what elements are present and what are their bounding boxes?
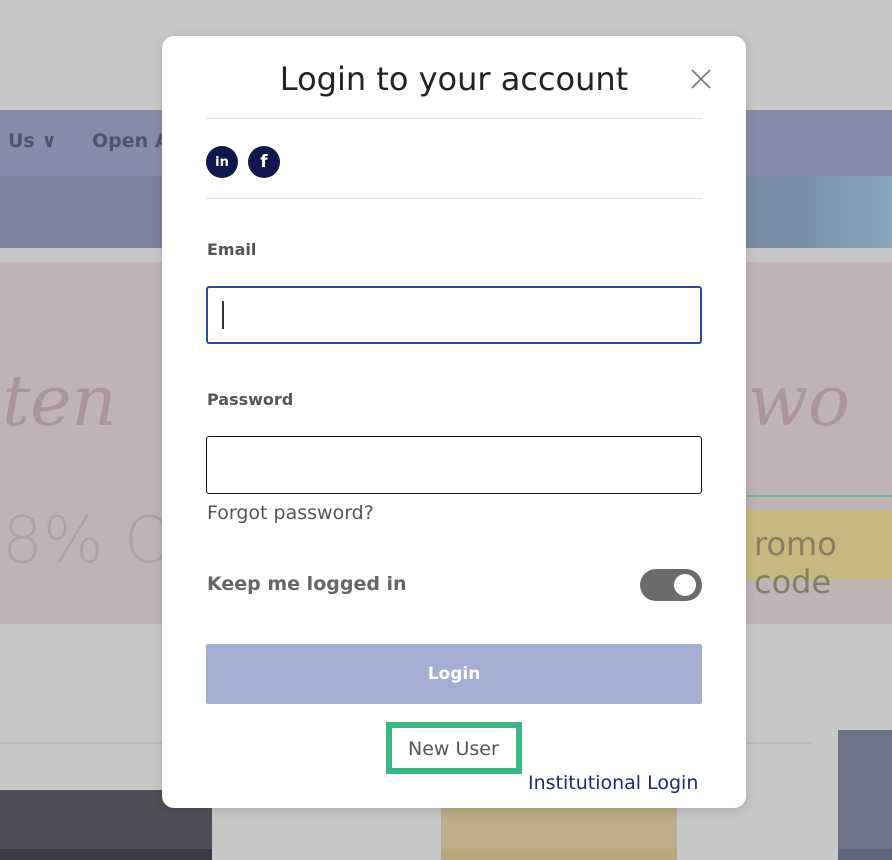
social-divider [206, 198, 702, 199]
linkedin-login-button[interactable]: in [206, 146, 238, 178]
text-caret [222, 301, 224, 329]
title-divider [206, 118, 702, 119]
modal-title: Login to your account [279, 60, 629, 98]
login-modal: Login to your account in f Email Passwor… [162, 36, 746, 808]
new-user-link[interactable]: New User [408, 738, 499, 760]
forgot-password-link[interactable]: Forgot password? [207, 502, 374, 524]
facebook-icon: f [260, 152, 268, 172]
keep-logged-in-toggle[interactable] [640, 569, 702, 601]
toggle-knob [674, 574, 696, 596]
close-icon [691, 69, 711, 89]
password-label: Password [207, 390, 294, 409]
institutional-login-link[interactable]: Institutional Login [528, 772, 698, 794]
login-button[interactable]: Login [206, 644, 702, 704]
email-label: Email [207, 240, 257, 259]
email-field[interactable] [206, 286, 702, 344]
close-button[interactable] [686, 64, 716, 94]
keep-logged-in-label: Keep me logged in [207, 573, 407, 595]
password-field[interactable] [206, 436, 702, 494]
facebook-login-button[interactable]: f [248, 146, 280, 178]
linkedin-icon: in [215, 154, 229, 170]
new-user-highlight: New User [386, 722, 522, 774]
